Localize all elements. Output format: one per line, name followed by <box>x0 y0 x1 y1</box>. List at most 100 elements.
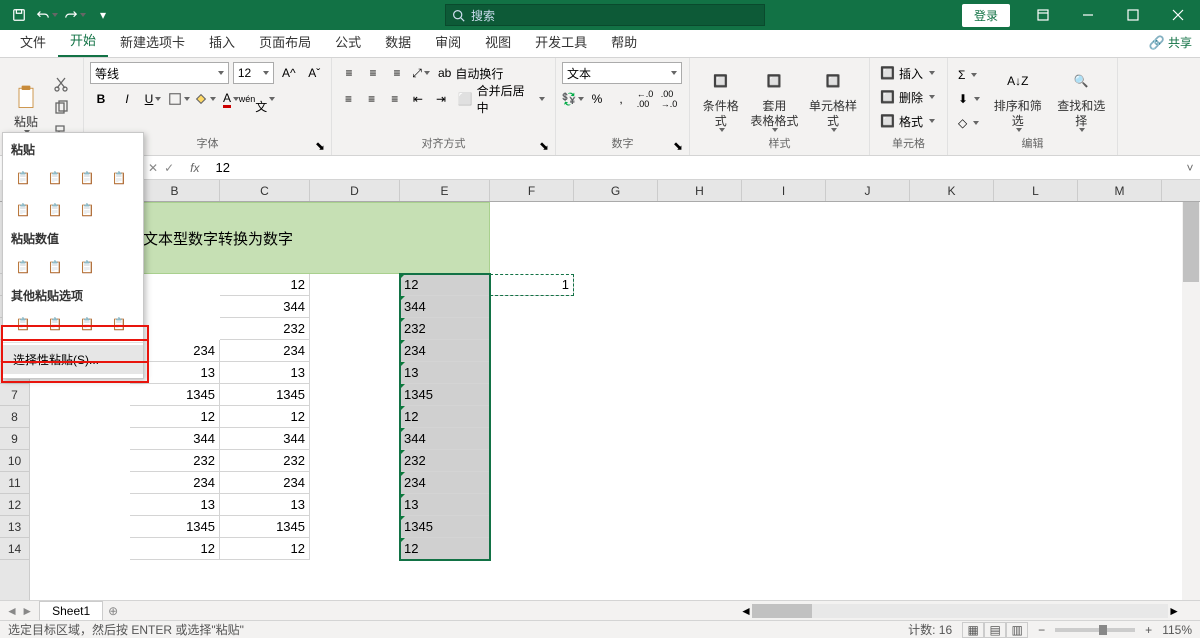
cell-E14[interactable]: 12 <box>400 538 490 560</box>
column-header-G[interactable]: G <box>574 180 658 201</box>
tab-formula[interactable]: 公式 <box>323 26 373 57</box>
view-pagebreak-button[interactable]: ▥ <box>1006 622 1028 638</box>
sort-filter-button[interactable]: A↓Z排序和筛选 <box>988 62 1047 135</box>
cut-button[interactable] <box>50 73 72 95</box>
tab-dev[interactable]: 开发工具 <box>523 26 599 57</box>
add-sheet-button[interactable]: ⊕ <box>103 604 123 618</box>
cancel-entry-button[interactable]: ✕ <box>148 161 158 175</box>
table-format-button[interactable]: 🔲套用 表格格式 <box>750 62 800 135</box>
cell-B12[interactable]: 13 <box>130 494 220 516</box>
cell-C14[interactable]: 12 <box>220 538 310 560</box>
cell-B7[interactable]: 1345 <box>130 384 220 406</box>
align-right-button[interactable]: ≡ <box>384 88 405 110</box>
decrease-font-button[interactable]: Aˇ <box>304 62 325 84</box>
cell-E13[interactable]: 1345 <box>400 516 490 538</box>
cell-C11[interactable]: 234 <box>220 472 310 494</box>
clear-button[interactable]: ◇ <box>954 112 984 134</box>
paste-option-no-borders[interactable]: 📋 <box>9 196 37 224</box>
align-left-button[interactable]: ≡ <box>338 88 359 110</box>
autosum-button[interactable]: Σ <box>954 64 984 86</box>
column-header-L[interactable]: L <box>994 180 1078 201</box>
cell-B8[interactable]: 12 <box>130 406 220 428</box>
column-header-H[interactable]: H <box>658 180 742 201</box>
row-header-13[interactable]: 13 <box>0 516 29 538</box>
align-dialog-launcher[interactable]: ⬊ <box>539 139 553 153</box>
fx-icon[interactable]: fx <box>182 161 207 175</box>
column-header-M[interactable]: M <box>1078 180 1162 201</box>
view-normal-button[interactable]: ▦ <box>962 622 984 638</box>
font-dialog-launcher[interactable]: ⬊ <box>315 139 329 153</box>
decrease-indent-button[interactable]: ⇤ <box>407 88 428 110</box>
format-cells-button[interactable]: 🔲 格式 <box>876 110 941 132</box>
column-header-E[interactable]: E <box>400 180 490 201</box>
paste-option-formulas[interactable]: 📋 <box>41 164 69 192</box>
paste-option-picture[interactable]: 📋 <box>73 310 101 338</box>
cell-C7[interactable]: 1345 <box>220 384 310 406</box>
zoom-out-button[interactable]: − <box>1038 623 1045 637</box>
column-header-D[interactable]: D <box>310 180 400 201</box>
cell-E12[interactable]: 13 <box>400 494 490 516</box>
cell-C6[interactable]: 13 <box>220 362 310 384</box>
font-name-combo[interactable]: 等线 <box>90 62 229 84</box>
currency-button[interactable]: 💱 <box>562 88 584 110</box>
cell-C10[interactable]: 232 <box>220 450 310 472</box>
cell-C9[interactable]: 344 <box>220 428 310 450</box>
align-top-button[interactable]: ≡ <box>338 62 360 84</box>
row-header-9[interactable]: 9 <box>0 428 29 450</box>
column-header-J[interactable]: J <box>826 180 910 201</box>
conditional-format-button[interactable]: 🔲条件格式 <box>696 62 746 135</box>
cell-B11[interactable]: 234 <box>130 472 220 494</box>
zoom-level[interactable]: 115% <box>1162 623 1192 637</box>
maximize-button[interactable] <box>1110 0 1155 30</box>
border-button[interactable] <box>168 88 190 110</box>
paste-option-values-number[interactable]: 📋 <box>41 253 69 281</box>
paste-option-column-widths[interactable]: 📋 <box>41 196 69 224</box>
fill-button[interactable]: ⬇ <box>954 88 984 110</box>
cell-C2[interactable]: 12 <box>220 274 310 296</box>
find-select-button[interactable]: 🔍查找和选择 <box>1052 62 1111 135</box>
delete-cells-button[interactable]: 🔲 删除 <box>876 86 941 108</box>
cell-C3[interactable]: 344 <box>220 296 310 318</box>
vertical-scrollbar[interactable] <box>1182 202 1200 600</box>
cell-E5[interactable]: 234 <box>400 340 490 362</box>
cell-C4[interactable]: 232 <box>220 318 310 340</box>
cell-E7[interactable]: 1345 <box>400 384 490 406</box>
paste-option-values-source[interactable]: 📋 <box>73 253 101 281</box>
cell-B10[interactable]: 232 <box>130 450 220 472</box>
row-header-14[interactable]: 14 <box>0 538 29 560</box>
cell-E4[interactable]: 232 <box>400 318 490 340</box>
cell-F2[interactable]: 1 <box>490 274 574 296</box>
cell-E11[interactable]: 234 <box>400 472 490 494</box>
paste-option-formulas-formatting[interactable]: 📋 <box>73 164 101 192</box>
wrap-text-button[interactable]: ab 自动换行 <box>434 62 507 84</box>
cell-E10[interactable]: 232 <box>400 450 490 472</box>
paste-special-menu-item[interactable]: 选择性粘贴(S)... <box>3 345 143 374</box>
row-header-11[interactable]: 11 <box>0 472 29 494</box>
row-header-8[interactable]: 8 <box>0 406 29 428</box>
merge-center-button[interactable]: ⬜ 合并后居中 <box>454 88 549 110</box>
column-header-I[interactable]: I <box>742 180 826 201</box>
cell-style-button[interactable]: 🔲单元格样式 <box>803 62 863 135</box>
italic-button[interactable]: I <box>116 88 138 110</box>
fill-color-button[interactable] <box>194 88 216 110</box>
expand-formula-bar-button[interactable]: ˅ <box>1180 161 1200 175</box>
percent-button[interactable]: % <box>586 88 608 110</box>
tab-review[interactable]: 审阅 <box>423 26 473 57</box>
cell-C5[interactable]: 234 <box>220 340 310 362</box>
increase-font-button[interactable]: A^ <box>278 62 299 84</box>
bold-button[interactable]: B <box>90 88 112 110</box>
insert-cells-button[interactable]: 🔲 插入 <box>876 62 941 84</box>
zoom-slider[interactable] <box>1055 628 1135 632</box>
cell-B13[interactable]: 1345 <box>130 516 220 538</box>
paste-option-values[interactable]: 📋 <box>9 253 37 281</box>
column-header-F[interactable]: F <box>490 180 574 201</box>
cell-E2[interactable]: 12 <box>400 274 490 296</box>
tab-insert[interactable]: 插入 <box>197 26 247 57</box>
tab-newtab[interactable]: 新建选项卡 <box>108 26 197 57</box>
font-size-combo[interactable]: 12 <box>233 62 274 84</box>
paste-option-transpose[interactable]: 📋 <box>73 196 101 224</box>
tab-layout[interactable]: 页面布局 <box>247 26 323 57</box>
underline-button[interactable]: U <box>142 88 164 110</box>
decrease-decimal-button[interactable]: .00→.0 <box>658 88 680 110</box>
merged-header-cell[interactable]: 文本型数字转换为数字 <box>130 202 490 274</box>
